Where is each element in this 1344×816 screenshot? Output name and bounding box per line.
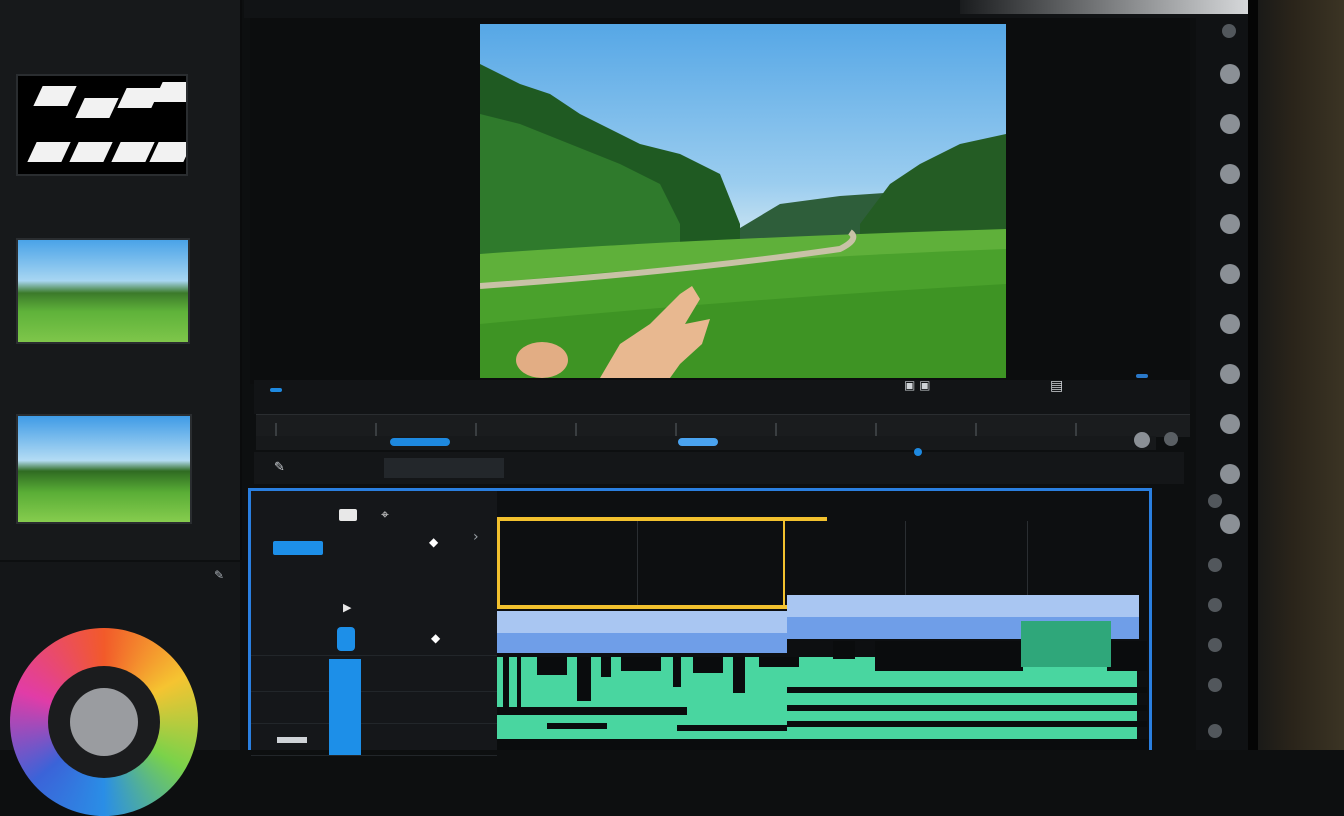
search-input[interactable] [384, 458, 504, 478]
waveform-gap [875, 641, 1023, 671]
monitor-bezel [1258, 0, 1344, 750]
tool-icon-4[interactable] [1220, 164, 1240, 184]
timeline-toolbar: ✎ [254, 448, 1184, 484]
waveform-gap [547, 723, 607, 729]
media-bin-panel [0, 0, 242, 560]
right-tool-strip [1196, 18, 1248, 750]
track-row-4-slider[interactable] [277, 737, 307, 743]
time-ruler[interactable] [256, 414, 1190, 437]
tool-icon-9[interactable] [1220, 414, 1240, 434]
play-icon[interactable]: ▶ [343, 601, 351, 614]
waveform-gap [787, 705, 1147, 711]
in-out-range-top[interactable] [497, 517, 827, 521]
playback-controls-icon[interactable]: ▣ ▣ [904, 378, 931, 392]
tool-icon-11[interactable] [1220, 514, 1240, 534]
waveform-gap [833, 641, 855, 659]
tool-icon-17[interactable] [1208, 724, 1222, 738]
video-clip-2[interactable] [787, 595, 1139, 619]
track-row-1-keyframe-icon[interactable]: ◆ [431, 631, 440, 645]
timeline-zoom-icon[interactable] [1134, 432, 1150, 448]
tool-icon-12[interactable] [1208, 494, 1222, 508]
media-clip-2[interactable] [16, 238, 190, 344]
tool-icon-14[interactable] [1208, 598, 1222, 612]
title-bar-glare [960, 0, 1248, 14]
tool-icon-1[interactable] [1222, 24, 1236, 38]
visibility-icon[interactable] [339, 509, 357, 521]
keyframe-icon[interactable]: ◆ [429, 535, 438, 549]
tool-icon-7[interactable] [1220, 314, 1240, 334]
audio-clip-highlight[interactable] [1021, 621, 1111, 667]
tool-icon-2[interactable] [1220, 64, 1240, 84]
zoom-control[interactable] [1136, 374, 1148, 378]
transport-bar: ▣ ▣ ▤ [254, 374, 1190, 414]
waveform-gap [1107, 641, 1147, 671]
waveform-gap [517, 657, 521, 707]
playhead-marker[interactable] [783, 519, 785, 609]
tool-icon-10[interactable] [1220, 464, 1240, 484]
scrub-handle[interactable] [390, 438, 450, 446]
media-clip-3[interactable] [16, 414, 192, 524]
waveform-gap [497, 739, 1149, 750]
waveform-gap [759, 657, 799, 667]
pin-icon[interactable]: ⌖ [381, 507, 389, 523]
waveform-gap [503, 657, 509, 707]
waveform-gap [577, 657, 591, 701]
timecode-display[interactable] [270, 388, 282, 392]
track-row-2-toggle[interactable] [329, 659, 361, 691]
playhead-left[interactable] [497, 519, 500, 609]
track-row-2[interactable] [251, 659, 497, 692]
waveform-gap [601, 657, 611, 677]
waveform-gap [497, 707, 687, 715]
waveform-gap [787, 687, 1147, 693]
pencil-icon[interactable]: ✎ [214, 568, 224, 582]
waveform-gap [621, 657, 661, 671]
tool-icon-5[interactable] [1220, 214, 1240, 234]
grid-line [637, 521, 638, 605]
timeline-clips-area[interactable] [497, 491, 1149, 750]
waveform-gap [677, 725, 787, 731]
landscape-scene [480, 64, 1006, 378]
chevron-right-icon[interactable]: › [473, 529, 479, 545]
track-row-1-toggle[interactable] [337, 627, 355, 651]
timeline-options-icon[interactable] [1164, 432, 1178, 446]
video-clip-1[interactable] [497, 611, 787, 633]
tool-icon-6[interactable] [1220, 264, 1240, 284]
tool-icon-15[interactable] [1208, 638, 1222, 652]
scrub-marker[interactable] [678, 438, 718, 446]
record-indicator [914, 448, 922, 456]
waveform-gap [787, 721, 1147, 727]
waveform-gap [537, 657, 567, 675]
ruler-ticks [275, 423, 1077, 437]
active-track-chip[interactable] [273, 541, 323, 555]
track-headers: ⌖ ◆ › ▶ ◆ [251, 491, 499, 756]
media-clip-1[interactable] [16, 74, 188, 176]
tool-icon-16[interactable] [1208, 678, 1222, 692]
waveform-gap [673, 657, 681, 687]
track-row-1[interactable]: ◆ [251, 623, 497, 656]
audio-track-region[interactable] [497, 657, 1137, 750]
track-row-4-toggle[interactable] [329, 723, 361, 755]
waveform-gap [693, 657, 723, 673]
track-row-3-toggle[interactable] [329, 691, 361, 723]
scrub-bar[interactable] [256, 436, 1156, 450]
track-row-4[interactable] [251, 723, 497, 756]
tool-icon-3[interactable] [1220, 114, 1240, 134]
tool-icon-13[interactable] [1208, 558, 1222, 572]
video-clip-3[interactable] [497, 633, 787, 653]
grid-line [1027, 521, 1028, 605]
color-wheel-center[interactable] [70, 688, 138, 756]
edit-tool-icon[interactable]: ✎ [274, 460, 285, 475]
grid-line [905, 521, 906, 605]
track-row-3[interactable] [251, 691, 497, 724]
tool-icon-8[interactable] [1220, 364, 1240, 384]
settings-icon[interactable]: ▤ [1050, 378, 1063, 394]
waveform-gap [733, 657, 745, 693]
video-frame[interactable] [480, 24, 1006, 378]
